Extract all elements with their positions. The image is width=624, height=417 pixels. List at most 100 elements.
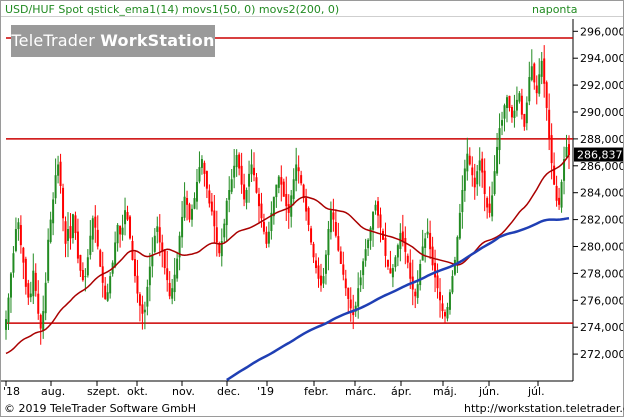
x-tick-label: ápr.	[391, 385, 412, 398]
x-tick-label: máj.	[433, 385, 457, 398]
candle-body	[337, 236, 340, 251]
candle-body	[71, 214, 74, 238]
y-tick-label: 282,0000	[580, 214, 623, 227]
source-link[interactable]: http://workstation.teletrader.com	[464, 402, 624, 415]
y-tick-label: 296,0000	[580, 25, 623, 38]
candle-body	[501, 120, 504, 126]
candle-body	[384, 237, 387, 256]
candle-body	[210, 201, 213, 212]
candle-body	[374, 204, 377, 211]
candle-body	[434, 262, 437, 278]
candle-body	[327, 229, 330, 256]
x-tick-label: jún.	[478, 385, 500, 398]
candle-body	[191, 208, 194, 220]
candle-body	[503, 105, 506, 119]
candle-body	[280, 177, 283, 185]
watermark-product: WorkStation	[100, 31, 215, 50]
candle-body	[510, 106, 513, 118]
candle-body	[138, 294, 141, 306]
candle-body	[463, 168, 466, 191]
candle-body	[67, 229, 70, 241]
candle-body	[436, 275, 439, 289]
candle-body	[362, 261, 365, 276]
candle-body	[275, 184, 278, 198]
candle-body	[235, 155, 238, 168]
y-tick-label: 274,0000	[580, 321, 623, 334]
candle-body	[121, 227, 124, 235]
ma200-line	[226, 217, 570, 381]
candle-body	[488, 203, 491, 213]
x-tick-label: dec.	[217, 385, 240, 398]
candle-body	[260, 203, 263, 219]
candle-body	[505, 97, 508, 109]
x-tick-label: '18	[3, 385, 20, 398]
x-tick-label: júl.	[527, 385, 545, 398]
candle-body	[200, 159, 203, 168]
candle-body	[81, 270, 84, 281]
candle-body	[5, 319, 7, 330]
candle-body	[166, 268, 169, 281]
y-tick-label: 294,0000	[580, 52, 623, 65]
candle-body	[565, 146, 568, 158]
candle-body	[568, 144, 570, 156]
candle-body	[471, 167, 474, 176]
y-tick-label: 284,0000	[580, 187, 623, 200]
candle-body	[225, 200, 228, 226]
candle-body	[168, 282, 171, 297]
candle-body	[481, 158, 484, 173]
candle-body	[34, 272, 37, 291]
y-tick-label: 286,0000	[580, 160, 623, 173]
candle-body	[126, 212, 129, 220]
x-tick-label: '19	[257, 385, 274, 398]
candle-body	[560, 181, 563, 208]
candle-body	[86, 257, 89, 276]
candle-body	[515, 99, 518, 111]
candle-body	[513, 110, 516, 118]
candle-body	[302, 184, 305, 199]
candle-body	[364, 249, 367, 261]
candle-body	[491, 195, 494, 217]
candle-body	[136, 275, 139, 294]
candle-body	[319, 275, 322, 286]
candle-body	[109, 276, 112, 294]
candle-body	[223, 223, 226, 238]
candle-body	[543, 58, 546, 84]
candle-body	[548, 109, 551, 139]
candle-body	[104, 285, 107, 299]
candle-body	[52, 199, 55, 224]
candle-body	[456, 237, 459, 263]
candle-body	[143, 309, 146, 313]
y-tick-label: 290,0000	[580, 106, 623, 119]
candle-body	[12, 253, 15, 273]
candle-body	[349, 299, 352, 309]
candle-body	[188, 204, 191, 220]
candle-body	[22, 247, 25, 263]
candle-body	[153, 235, 156, 252]
candle-body	[32, 270, 35, 297]
copyright-text: © 2019 TeleTrader Software GmbH	[4, 402, 197, 415]
candle-body	[525, 102, 528, 124]
candle-body	[486, 198, 489, 208]
candle-body	[250, 164, 253, 175]
candle-body	[419, 263, 422, 286]
candle-body	[37, 293, 40, 314]
x-tick-label: okt.	[127, 385, 148, 398]
last-price-label: 286,8370	[577, 149, 623, 162]
candle-body	[213, 210, 216, 227]
candle-body	[54, 175, 57, 199]
candle-body	[518, 93, 521, 102]
candle-body	[94, 216, 97, 228]
candle-body	[64, 221, 67, 244]
price-chart[interactable]: 272,0000 274,0000 276,0000 278,0000 280,0000…	[1, 1, 623, 399]
candle-body	[329, 210, 332, 233]
candle-body	[357, 288, 360, 307]
candle-body	[14, 229, 17, 251]
candle-body	[401, 231, 404, 242]
candle-body	[295, 164, 298, 181]
candle-body	[379, 214, 382, 228]
candle-body	[9, 273, 12, 298]
candle-body	[406, 255, 409, 263]
candle-body	[42, 311, 45, 331]
x-tick-label: febr.	[304, 385, 329, 398]
candle-body	[493, 171, 496, 195]
